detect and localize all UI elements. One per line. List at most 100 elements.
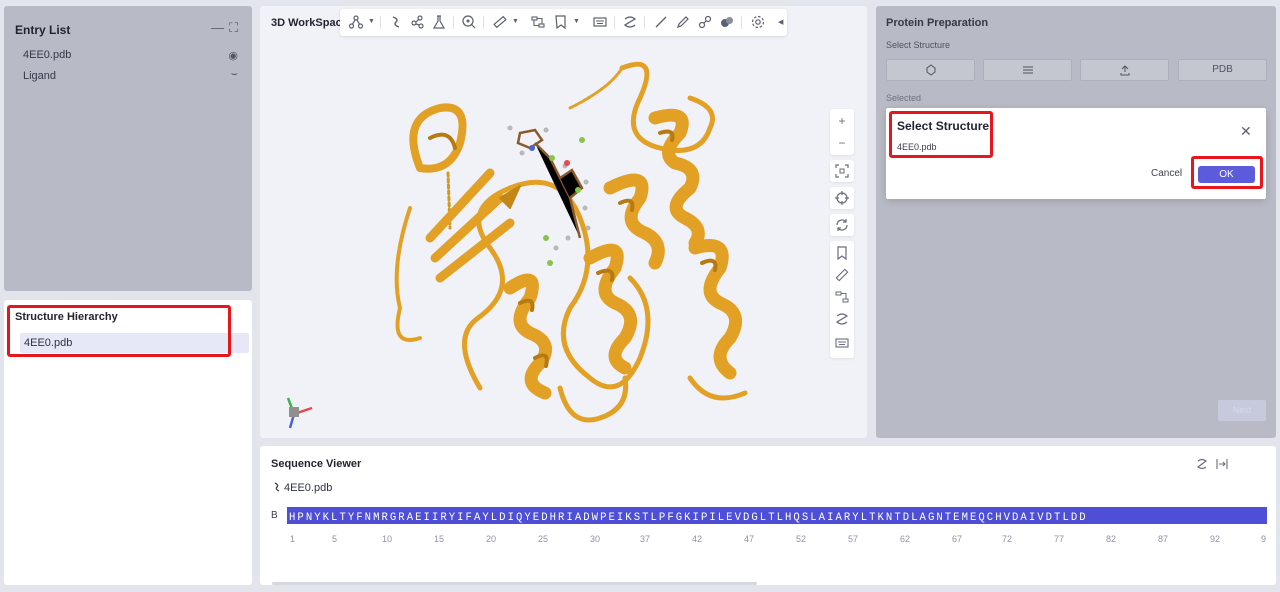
chain-icon[interactable]: [388, 14, 404, 30]
protein-preparation-panel: Protein Preparation Select Structure PDB…: [876, 6, 1276, 438]
bookmark-icon[interactable]: [834, 245, 850, 261]
structure-icon: [926, 64, 935, 76]
keyboard-tool-icon[interactable]: [834, 335, 850, 351]
sequence-residues[interactable]: HPNYKLTYFNMRGRAEIIRYIFAYLDIQYEDHRIADWPEI…: [287, 512, 1088, 524]
from-list-button[interactable]: [983, 59, 1072, 81]
residue-number: 77: [1054, 534, 1065, 544]
residue-number: 67: [952, 534, 963, 544]
residue-number: 37: [640, 534, 651, 544]
collapse-toolbar-icon[interactable]: ◀: [778, 18, 783, 26]
entry-item-ligand[interactable]: Ligand: [23, 70, 56, 82]
entry-item-4ee0[interactable]: 4EE0.pdb: [23, 49, 71, 61]
toolbar-divider: [483, 16, 484, 29]
cancel-button[interactable]: Cancel: [1151, 168, 1182, 179]
eye-off-icon[interactable]: ⌣: [231, 68, 238, 81]
settings-icon[interactable]: [750, 14, 766, 30]
surface-tool-icon[interactable]: [834, 311, 850, 327]
residue-number: 52: [796, 534, 807, 544]
residue-number: 47: [744, 534, 755, 544]
residue-number: 62: [900, 534, 911, 544]
ruler-caret-icon[interactable]: ▼: [512, 18, 519, 25]
eye-icon[interactable]: ◉: [228, 49, 238, 62]
zoom-out-button[interactable]: −: [834, 135, 850, 151]
expand-icon[interactable]: ⛶: [229, 20, 238, 36]
entry-list-panel: Entry List — ⛶ 4EE0.pdb ◉ Ligand ⌣: [4, 6, 252, 291]
chain-label: B: [271, 510, 278, 521]
toolbar-divider: [614, 16, 615, 29]
upload-button[interactable]: [1080, 59, 1169, 81]
next-button[interactable]: Next: [1218, 400, 1266, 421]
residue-number: 10: [382, 534, 393, 544]
residue-number: 87: [1158, 534, 1169, 544]
sequence-file-name: 4EE0.pdb: [284, 482, 333, 494]
center-group: [830, 187, 854, 209]
network-icon[interactable]: [410, 14, 426, 30]
residue-number: 30: [590, 534, 601, 544]
toolbar-divider: [453, 16, 454, 29]
select-structure-label: Select Structure: [886, 40, 951, 50]
highlight-box: [1191, 156, 1263, 189]
axis-gizmo: [286, 397, 313, 429]
workspace-panel[interactable]: 3D WorkSpace ▼ ▼ ▼ ◀ + −: [260, 6, 867, 438]
fit-group: [830, 160, 854, 182]
minimize-icon[interactable]: —: [211, 20, 224, 35]
entry-list-title: Entry List: [15, 23, 71, 37]
upload-icon: [1120, 65, 1129, 76]
residue-number: 15: [434, 534, 445, 544]
surface-icon[interactable]: [622, 14, 638, 30]
tools-group: [830, 241, 854, 358]
protein-viewport[interactable]: [360, 58, 780, 438]
label-caret-icon[interactable]: ▼: [573, 18, 580, 25]
rotate-group: [830, 214, 854, 236]
workspace-toolbar: ▼ ▼ ▼ ◀: [340, 9, 787, 36]
residue-number: 57: [848, 534, 859, 544]
toolbar-divider: [741, 16, 742, 29]
residue-number: 25: [538, 534, 549, 544]
flask-icon[interactable]: [431, 14, 447, 30]
residue-number: 1: [290, 534, 296, 544]
protein-preparation-title: Protein Preparation: [886, 17, 989, 29]
ruler-icon[interactable]: [492, 14, 508, 30]
highlight-box: [7, 305, 231, 357]
link-icon[interactable]: [697, 14, 713, 30]
list-icon: [1022, 66, 1033, 74]
rotate-icon[interactable]: [834, 217, 850, 233]
pencil-icon[interactable]: [675, 14, 691, 30]
sequence-viewer-title: Sequence Viewer: [271, 458, 362, 470]
measure-icon[interactable]: [834, 267, 850, 283]
residue-number: 5: [332, 534, 338, 544]
pdb-button[interactable]: PDB: [1178, 59, 1267, 81]
from-workspace-button[interactable]: [886, 59, 975, 81]
residue-number: 20: [486, 534, 497, 544]
spheres-icon[interactable]: [719, 14, 735, 30]
viewport-side-tools: + −: [830, 109, 854, 358]
sequence-viewer-panel: Sequence Viewer 4EE0.pdb B HPNYKLTYFNMRG…: [260, 446, 1276, 585]
fit-view-icon[interactable]: [834, 163, 850, 179]
chain-link-icon: [272, 482, 282, 495]
selected-label: Selected: [886, 93, 922, 103]
sequence-tool-icon[interactable]: [834, 289, 850, 305]
residue-number: 92: [1210, 534, 1221, 544]
zoom-group: + −: [830, 109, 854, 155]
toolbar-divider: [644, 16, 645, 29]
residue-number: 9: [1261, 534, 1267, 544]
residue-number: 72: [1002, 534, 1013, 544]
label-icon[interactable]: [553, 14, 569, 30]
molecule-caret-icon[interactable]: ▼: [368, 18, 375, 25]
close-icon[interactable]: ✕: [1240, 123, 1252, 140]
toolbar-divider: [380, 16, 381, 29]
residue-number: 82: [1106, 534, 1117, 544]
sequence-bar[interactable]: HPNYKLTYFNMRGRAEIIRYIFAYLDIQYEDHRIADWPEI…: [287, 507, 1267, 524]
align-icon[interactable]: [1216, 458, 1228, 473]
select-target-icon[interactable]: [461, 14, 477, 30]
sequence-icon[interactable]: [530, 14, 546, 30]
line-icon[interactable]: [653, 14, 669, 30]
molecule-icon[interactable]: [348, 14, 364, 30]
zoom-in-button[interactable]: +: [834, 113, 850, 129]
horizontal-scrollbar[interactable]: [272, 582, 757, 585]
surface-toggle-icon[interactable]: [1196, 458, 1208, 473]
residue-number: 42: [692, 534, 703, 544]
keyboard-icon[interactable]: [592, 14, 608, 30]
workspace-title: 3D WorkSpace: [271, 17, 348, 29]
center-icon[interactable]: [834, 190, 850, 206]
